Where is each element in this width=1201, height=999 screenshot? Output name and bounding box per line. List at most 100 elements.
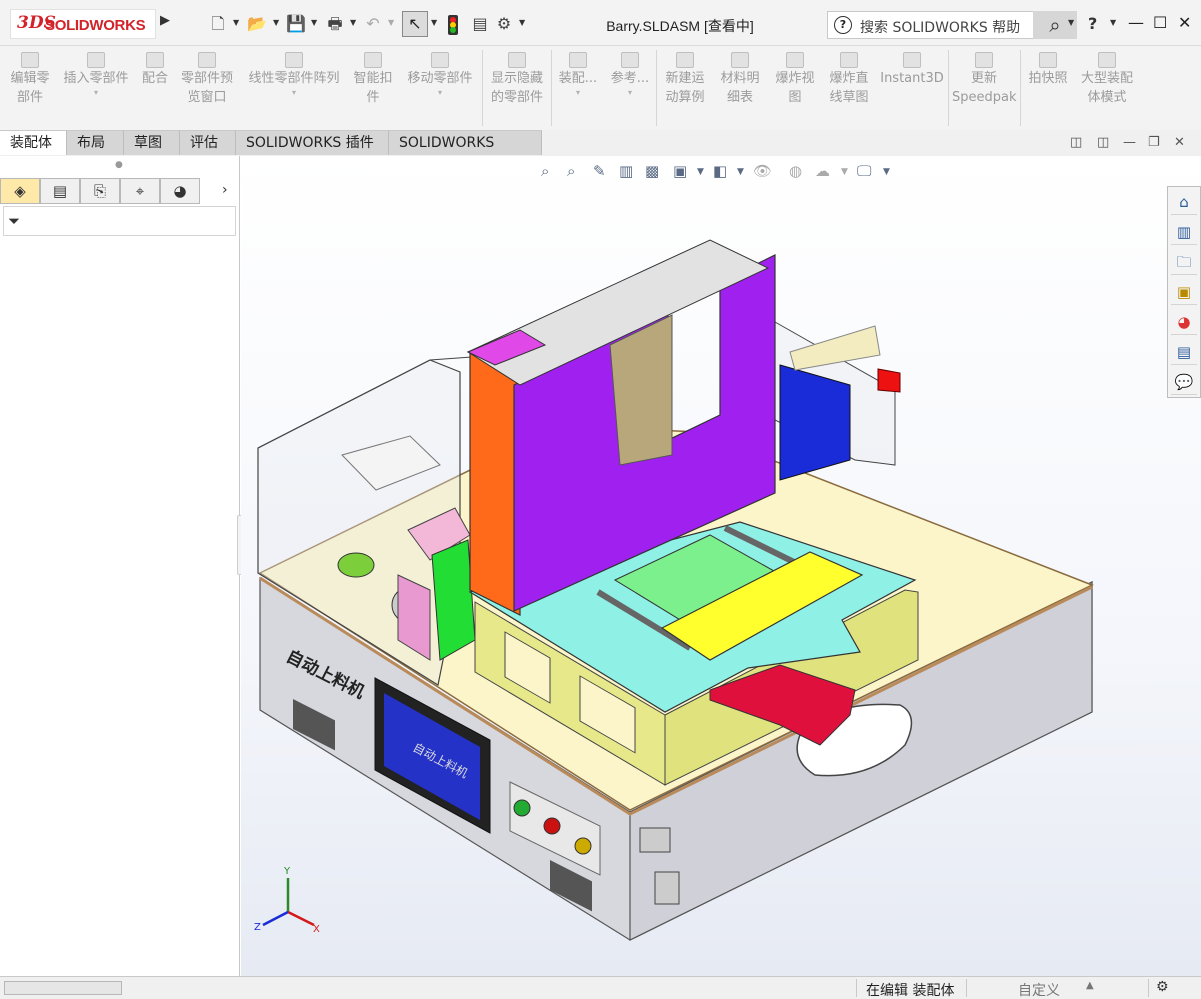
- dropdown-icon[interactable]: ▾: [556, 88, 600, 98]
- viewport-next-icon[interactable]: ◫: [1097, 135, 1109, 150]
- tree-filter-row[interactable]: ⏷: [3, 206, 236, 236]
- tool-label: 新建运 动算例: [665, 71, 705, 105]
- options-dropdown-icon[interactable]: ▼: [519, 18, 525, 27]
- linear-pattern-icon: [285, 52, 303, 68]
- orange-side-plate: [469, 350, 521, 616]
- menu-expand-icon[interactable]: ▶: [160, 13, 170, 28]
- appearances-scenes-icon[interactable]: ◕: [1171, 309, 1197, 335]
- tool-label: 插入零部件: [63, 71, 129, 86]
- open-document-icon[interactable]: 📂: [246, 12, 268, 36]
- configuration-manager-tab-icon[interactable]: ⎘: [80, 178, 120, 204]
- print-dropdown-icon[interactable]: ▼: [350, 18, 356, 27]
- take-snapshot-button[interactable]: 拍快照: [1024, 52, 1072, 88]
- print-icon[interactable]: 🖶: [324, 12, 346, 36]
- viewport-restore-icon[interactable]: ❐: [1148, 135, 1160, 150]
- search-dropdown-icon[interactable]: ▼: [1068, 18, 1074, 27]
- exploded-view-icon: [786, 52, 804, 68]
- dropdown-icon[interactable]: ▾: [58, 88, 134, 98]
- panel-grip-icon[interactable]: ●: [115, 160, 123, 170]
- bill-of-materials-button[interactable]: 材料明 细表: [715, 52, 765, 107]
- select-pointer-icon[interactable]: ↖: [402, 11, 428, 37]
- status-customize-icon[interactable]: ⚙: [1156, 979, 1169, 995]
- rebuild-traffic-light-icon[interactable]: [444, 12, 462, 36]
- latch-top: [639, 827, 671, 853]
- solidworks-resources-home-icon[interactable]: ⌂: [1171, 189, 1197, 215]
- save-dropdown-icon[interactable]: ▼: [311, 18, 317, 27]
- green-guard: [431, 539, 476, 661]
- help-search-box[interactable]: ? 搜索 SOLIDWORKS 帮助 ⌕: [827, 11, 1077, 39]
- open-dropdown-icon[interactable]: ▼: [273, 18, 279, 27]
- status-units[interactable]: 自定义: [1018, 980, 1060, 999]
- dropdown-icon[interactable]: ▾: [244, 88, 344, 98]
- forum-chat-icon[interactable]: 💬: [1171, 369, 1197, 395]
- units-dropdown-icon[interactable]: ▲: [1086, 980, 1094, 991]
- instant3d-button[interactable]: Instant3D: [880, 52, 944, 88]
- mate-paperclip-icon: [146, 52, 164, 68]
- viewport-prev-icon[interactable]: ◫: [1070, 135, 1082, 150]
- update-speedpak-button[interactable]: 更新 Speedpak: [952, 52, 1017, 107]
- tab-mbd[interactable]: SOLIDWORKS MBD: [389, 130, 542, 176]
- tab-addins[interactable]: SOLIDWORKS 插件: [236, 130, 389, 155]
- smart-fasteners-button[interactable]: 智能扣 件: [350, 52, 396, 107]
- design-library-icon[interactable]: ▥: [1171, 219, 1197, 245]
- dropdown-icon[interactable]: ▾: [402, 88, 478, 98]
- minimize-icon[interactable]: —: [1128, 13, 1144, 32]
- explode-line-sketch-button[interactable]: 爆炸直 线草图: [824, 52, 874, 107]
- options-gear-icon[interactable]: ⚙: [494, 12, 514, 36]
- show-hidden-components-button[interactable]: 显示隐藏 的零部件: [486, 52, 548, 107]
- component-preview-button[interactable]: 零部件预 览窗口: [174, 52, 240, 107]
- move-component-button[interactable]: 移动零部件 ▾: [402, 52, 478, 98]
- filter-funnel-icon[interactable]: ⏷: [8, 212, 20, 230]
- property-manager-tab-icon[interactable]: ▤: [40, 178, 80, 204]
- close-icon[interactable]: ✕: [1178, 13, 1191, 32]
- edit-component-button[interactable]: 编辑零 部件: [4, 52, 56, 107]
- viewport-minimize-icon[interactable]: —: [1123, 135, 1136, 150]
- dimxpert-tab-icon[interactable]: ⌖: [120, 178, 160, 204]
- maximize-icon[interactable]: ☐: [1153, 13, 1167, 32]
- mate-button[interactable]: 配合: [138, 52, 172, 88]
- show-hidden-icon: [508, 52, 526, 68]
- undo-dropdown-icon[interactable]: ▼: [388, 18, 394, 27]
- large-assembly-mode-button[interactable]: 大型装配 体模式: [1076, 52, 1138, 107]
- feature-manager-tab-icon[interactable]: ◈: [0, 178, 40, 204]
- linear-pattern-button[interactable]: 线性零部件阵列 ▾: [244, 52, 344, 98]
- triad-z-label: Z: [254, 922, 261, 933]
- reference-geometry-icon: [621, 52, 639, 68]
- help-question-icon: ?: [834, 16, 852, 34]
- new-dropdown-icon[interactable]: ▼: [233, 18, 239, 27]
- red-button-icon: [543, 817, 561, 835]
- tab-evaluate[interactable]: 评估: [180, 130, 236, 155]
- display-manager-tab-icon[interactable]: ◕: [160, 178, 200, 204]
- tab-layout[interactable]: 布局: [67, 130, 124, 155]
- help-button[interactable]: ?: [1088, 14, 1097, 33]
- new-document-icon[interactable]: 🗋: [208, 12, 228, 36]
- save-icon[interactable]: 💾: [286, 12, 306, 36]
- status-divider: [1148, 979, 1149, 997]
- undo-icon[interactable]: ↶: [362, 12, 384, 36]
- solidworks-logo[interactable]: 3DS SOLIDWORKS: [10, 9, 156, 39]
- move-component-icon: [431, 52, 449, 68]
- select-dropdown-icon[interactable]: ▼: [431, 18, 437, 27]
- view-palette-icon[interactable]: ▣: [1171, 279, 1197, 305]
- help-dropdown-icon[interactable]: ▼: [1110, 18, 1116, 27]
- red-end-block: [877, 368, 901, 393]
- exploded-view-button[interactable]: 爆炸视 图: [770, 52, 820, 107]
- assembly-features-button[interactable]: 装配... ▾: [556, 52, 600, 98]
- help-search-input[interactable]: 搜索 SOLIDWORKS 帮助: [860, 17, 1020, 37]
- tab-sketch[interactable]: 草图: [124, 130, 180, 155]
- panel-expand-icon[interactable]: ›: [222, 182, 228, 198]
- graphics-area[interactable]: ⌕ ⌕ ✎ ▥ ▩ ▣ ▼ ◧ ▼ 👁 ◍ ☁ ▼ 🖵 ▼ 自动上料机 自动上料…: [241, 156, 1201, 976]
- file-explorer-folder-icon[interactable]: 🗀: [1171, 249, 1197, 275]
- dropdown-icon[interactable]: ▾: [608, 88, 652, 98]
- reference-geometry-button[interactable]: 参考... ▾: [608, 52, 652, 98]
- viewport-close-icon[interactable]: ✕: [1174, 135, 1185, 150]
- toolbar-separator: [551, 50, 552, 126]
- custom-properties-icon[interactable]: ▤: [1171, 339, 1197, 365]
- file-properties-icon[interactable]: ▤: [470, 12, 490, 36]
- status-divider: [856, 979, 857, 997]
- latch-bottom: [654, 871, 680, 905]
- tab-assembly[interactable]: 装配体: [0, 130, 67, 155]
- new-motion-study-button[interactable]: 新建运 动算例: [660, 52, 710, 107]
- insert-component-button[interactable]: 插入零部件 ▾: [58, 52, 134, 98]
- assembly-model[interactable]: 自动上料机 自动上料机 Y X Z: [241, 156, 1201, 976]
